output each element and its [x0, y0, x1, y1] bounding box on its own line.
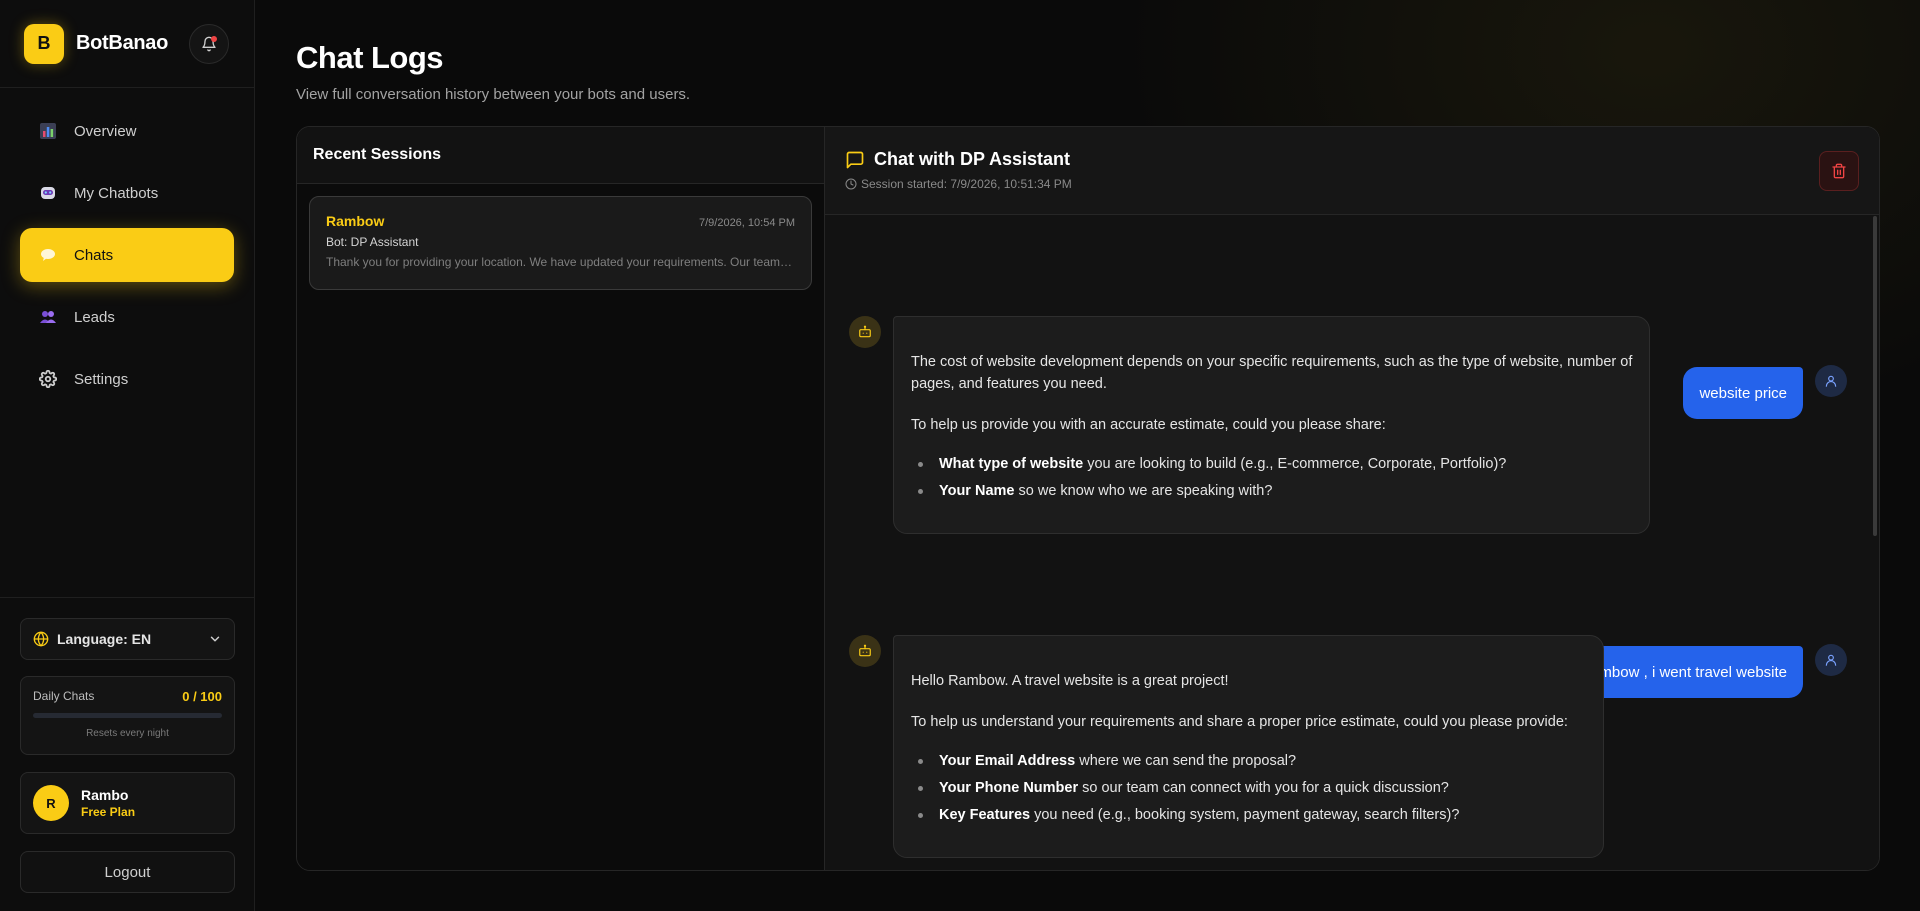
session-item[interactable]: Rambow 7/9/2026, 10:54 PM Bot: DP Assist…	[309, 196, 812, 290]
daily-chats-card: Daily Chats 0 / 100 Resets every night	[20, 676, 235, 755]
sessions-list: Recent Sessions Rambow 7/9/2026, 10:54 P…	[297, 127, 825, 870]
brand-name: BotBanao	[76, 32, 169, 54]
daily-chats-count: 0 / 100	[182, 689, 222, 704]
bot-message-bubble: The cost of website development depends …	[893, 316, 1650, 534]
bot-icon	[859, 644, 871, 657]
chat-title: Chat with DP Assistant	[874, 149, 1071, 169]
logout-button[interactable]: Logout	[20, 851, 235, 893]
sidebar-item-settings[interactable]: Settings	[20, 352, 234, 406]
message-square-icon	[846, 151, 864, 168]
robot-icon	[38, 183, 58, 203]
gear-icon	[38, 369, 58, 389]
chat-logs-panel: Recent Sessions Rambow 7/9/2026, 10:54 P…	[296, 126, 1880, 871]
bot-avatar	[849, 635, 881, 667]
user-avatar	[1815, 644, 1847, 676]
user-icon	[1825, 375, 1837, 387]
daily-chats-progress	[33, 713, 222, 718]
list-item: Key Features you need (e.g., booking sys…	[911, 804, 1587, 826]
user-profile-card[interactable]: R Rambo Free Plan	[20, 772, 235, 834]
session-preview: Thank you for providing your location. W…	[326, 255, 795, 269]
list-item: Your Phone Number so our team can connec…	[911, 777, 1587, 799]
user-plan: Free Plan	[81, 805, 136, 819]
bot-icon	[859, 325, 871, 338]
sessions-header: Recent Sessions	[297, 127, 824, 184]
user-name: Rambo	[81, 787, 129, 803]
notifications-button[interactable]	[189, 24, 229, 64]
trash-icon	[1832, 163, 1846, 179]
list-item: Your Email Address where we can send the…	[911, 750, 1587, 772]
session-user-name: Rambow	[326, 213, 385, 229]
session-bot-name: Bot: DP Assistant	[326, 235, 419, 249]
page-title: Chat Logs	[296, 40, 444, 75]
globe-icon	[33, 631, 49, 647]
notification-dot	[211, 36, 217, 42]
chat-bubble-icon	[38, 245, 58, 265]
sidebar-item-label: My Chatbots	[74, 184, 159, 202]
bar-chart-icon	[38, 121, 58, 141]
bot-message-paragraph: Hello Rambow. A travel website is a grea…	[911, 673, 1229, 689]
messages-list: website price The cost of website develo…	[825, 216, 1879, 870]
daily-chats-note: Resets every night	[86, 728, 169, 739]
page-subtitle: View full conversation history between y…	[296, 86, 691, 103]
bot-avatar	[849, 316, 881, 348]
clock-icon	[845, 178, 857, 190]
list-item: Your Name so we know who we are speaking…	[911, 480, 1633, 502]
brand-logo[interactable]: B	[24, 23, 64, 64]
bot-message: Hello Rambow. A travel website is a grea…	[849, 635, 1604, 858]
chat-header: Chat with DP Assistant Session started: …	[825, 127, 1879, 215]
avatar: R	[33, 785, 69, 821]
sidebar-item-label: Overview	[74, 122, 137, 140]
sidebar-item-label: Chats	[74, 246, 114, 264]
user-icon	[1825, 654, 1837, 666]
daily-chats-label: Daily Chats	[33, 689, 95, 703]
messages-scrollbar[interactable]	[1873, 216, 1877, 536]
sidebar-item-my-chatbots[interactable]: My Chatbots	[20, 166, 234, 220]
language-label: Language: EN	[57, 631, 152, 647]
chevron-down-icon	[210, 636, 220, 642]
sidebar-item-label: Settings	[74, 370, 129, 388]
delete-chat-button[interactable]	[1819, 151, 1859, 191]
sidebar-footer: Language: EN Daily Chats 0 / 100 Resets …	[0, 597, 255, 911]
bot-message-list: Your Email Address where we can send the…	[911, 750, 1587, 826]
session-timestamp: 7/9/2026, 10:54 PM	[698, 217, 795, 229]
sidebar-item-chats[interactable]: Chats	[20, 228, 234, 282]
user-message: website price	[1683, 365, 1847, 419]
user-message: Rambow , i went travel website	[1564, 644, 1847, 698]
sidebar-item-overview[interactable]: Overview	[20, 104, 234, 158]
sidebar-nav: Overview My Chatbots Chats Leads Setting…	[0, 88, 254, 406]
sidebar: B BotBanao Overview My Chatbots Chats Le…	[0, 0, 255, 911]
bot-message-bubble: Hello Rambow. A travel website is a grea…	[893, 635, 1604, 858]
sidebar-item-label: Leads	[74, 308, 115, 326]
session-started-text: Session started: 7/9/2026, 10:51:34 PM	[861, 177, 1072, 191]
bot-message-list: What type of website you are looking to …	[911, 453, 1633, 502]
bot-message-paragraph: To help us understand your requirements …	[911, 714, 1568, 730]
brand: B BotBanao	[0, 0, 254, 88]
sidebar-item-leads[interactable]: Leads	[20, 290, 234, 344]
bot-message-paragraph: The cost of website development depends …	[911, 354, 1633, 392]
language-select[interactable]: Language: EN	[20, 618, 235, 660]
bot-message: The cost of website development depends …	[849, 316, 1650, 534]
main-content: Chat Logs View full conversation history…	[296, 0, 1880, 871]
chat-view: Chat with DP Assistant Session started: …	[825, 127, 1879, 870]
users-icon	[38, 307, 58, 327]
user-message-bubble: website price	[1683, 367, 1803, 419]
user-avatar	[1815, 365, 1847, 397]
bot-message-paragraph: To help us provide you with an accurate …	[911, 417, 1386, 433]
list-item: What type of website you are looking to …	[911, 453, 1633, 475]
